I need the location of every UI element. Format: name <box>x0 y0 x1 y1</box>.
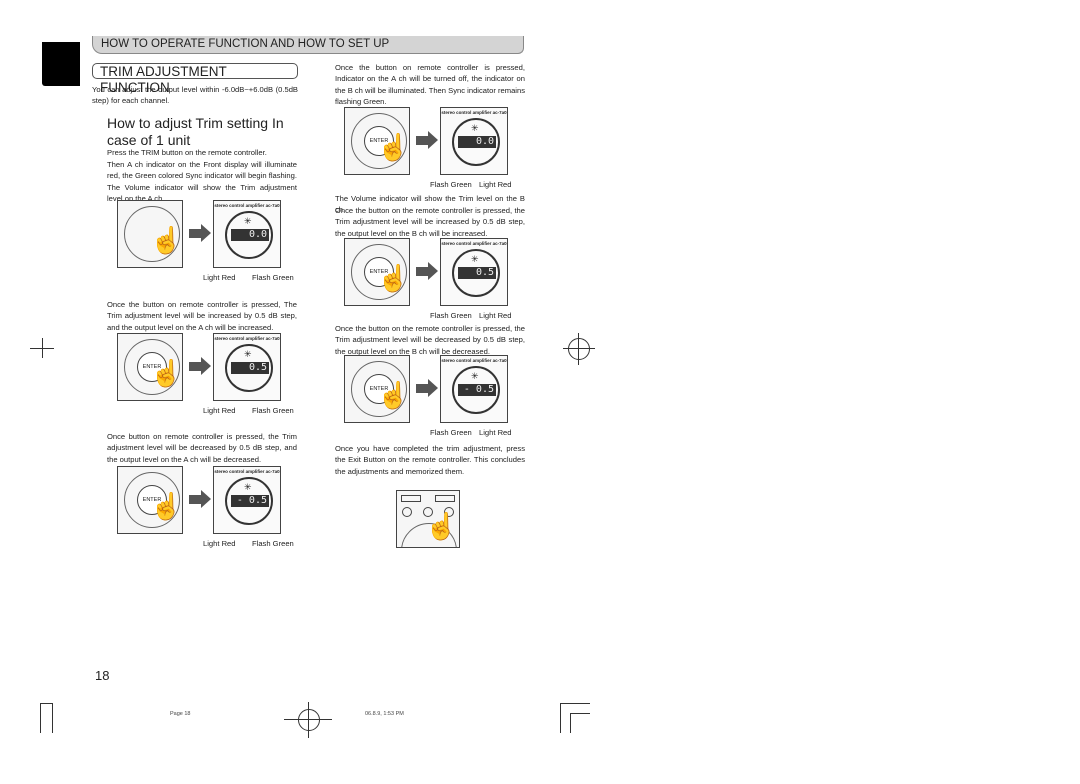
trim-level-readout: 0.0 <box>458 136 496 148</box>
trim-figure: ENTER ☝ stereo control amplifier ac-7a0 ✳ 0… <box>117 333 294 415</box>
indicator-label: Light Red <box>479 311 512 320</box>
remote-illustration: ☝ <box>117 200 183 268</box>
trim-figure: ENTER ☝ stereo control amplifier ac-7a0 ✳ 0… <box>344 238 514 320</box>
trim-figure: ENTER ☝ stereo control amplifier ac-7a0 ✳ -… <box>117 466 294 548</box>
chapter-tab <box>42 42 80 86</box>
indicator-label: Light Red <box>203 406 236 415</box>
front-display-illustration: stereo control amplifier ac-7a0 ✳ - 0.5 <box>440 355 508 423</box>
indicator-label: Light Red <box>479 428 512 437</box>
front-display-illustration: stereo control amplifier ac-7a0 ✳ 0.0 <box>440 107 508 175</box>
trim-level-readout: 0.5 <box>231 362 269 374</box>
front-display-illustration: stereo control amplifier ac-7a0 ✳ 0.5 <box>440 238 508 306</box>
front-display-illustration: stereo control amplifier ac-7a0 ✳ 0.0 <box>213 200 281 268</box>
remote-exit-illustration: ☝ <box>396 490 460 548</box>
sync-indicator-icon: ✳ <box>244 349 252 359</box>
hand-pointer-icon: ☝ <box>377 380 410 410</box>
display-title: stereo control amplifier ac-7a0 <box>441 241 507 246</box>
remote-illustration: ENTER ☝ <box>344 355 410 423</box>
display-title: stereo control amplifier ac-7a0 <box>214 469 280 474</box>
trim-level-readout: 0.5 <box>458 267 496 279</box>
hand-pointer-icon: ☝ <box>377 263 410 293</box>
trim-level-readout: - 0.5 <box>231 495 269 507</box>
manual-page: HOW TO OPERATE FUNCTION AND HOW TO SET U… <box>0 0 1080 784</box>
display-title: stereo control amplifier ac-7a0 <box>214 203 280 208</box>
left-paragraph-2: Then A ch indicator on the Front display… <box>107 160 297 203</box>
trim-level-readout: 0.0 <box>231 229 269 241</box>
footer-date: 06.8.9, 1:53 PM <box>365 711 404 717</box>
sync-indicator-icon: ✳ <box>471 254 479 264</box>
sync-indicator-icon: ✳ <box>471 123 479 133</box>
sync-indicator-icon: ✳ <box>244 216 252 226</box>
left-paragraph-3: Once the button on remote controller is … <box>107 300 297 332</box>
indicator-label: Flash Green <box>430 180 472 189</box>
sync-indicator-icon: ✳ <box>471 371 479 381</box>
chapter-header: HOW TO OPERATE FUNCTION AND HOW TO SET U… <box>92 36 524 54</box>
trim-figure: ☝ stereo control amplifier ac-7a0 ✳ 0.0 Li… <box>117 200 294 282</box>
indicator-label: Light Red <box>479 180 512 189</box>
left-paragraph-1: Press the TRIM button on the remote cont… <box>107 148 267 157</box>
indicator-label: Light Red <box>203 539 236 548</box>
display-title: stereo control amplifier ac-7a0 <box>441 358 507 363</box>
indicator-label: Flash Green <box>430 428 472 437</box>
hand-pointer-icon: ☝ <box>377 132 410 162</box>
subheading: How to adjust Trim setting In case of 1 … <box>107 115 284 148</box>
indicator-label: Flash Green <box>252 273 294 282</box>
right-paragraph-5: Once you have completed the trim adjustm… <box>335 444 525 476</box>
hand-pointer-icon: ☝ <box>150 491 183 521</box>
right-paragraph-4: Once the button on the remote controller… <box>335 324 525 356</box>
footer-page: Page 18 <box>170 711 191 717</box>
page-number: 18 <box>95 668 110 683</box>
front-display-illustration: stereo control amplifier ac-7a0 ✳ 0.5 <box>213 333 281 401</box>
indicator-label: Flash Green <box>252 406 294 415</box>
section-title: TRIM ADJUSTMENT FUNCTION <box>92 63 298 95</box>
right-paragraph-3: Once the button on the remote controller… <box>335 206 525 238</box>
trim-level-readout: - 0.5 <box>458 384 496 396</box>
hand-pointer-icon: ☝ <box>425 511 458 541</box>
remote-illustration: ENTER ☝ <box>117 466 183 534</box>
intro-text: You can adjust the output level within -… <box>92 85 298 106</box>
left-paragraph-4: Once button on remote controller is pres… <box>107 432 297 464</box>
trim-figure: ENTER ☝ stereo control amplifier ac-7a0 ✳ -… <box>344 355 514 437</box>
right-paragraph-1: Once the button on remote controller is … <box>335 63 525 106</box>
hand-pointer-icon: ☝ <box>150 225 183 255</box>
trim-figure: ENTER ☝ stereo control amplifier ac-7a0 ✳ 0… <box>344 107 514 189</box>
indicator-label: Light Red <box>203 273 236 282</box>
sync-indicator-icon: ✳ <box>244 482 252 492</box>
display-title: stereo control amplifier ac-7a0 <box>214 336 280 341</box>
remote-illustration: ENTER ☝ <box>344 238 410 306</box>
indicator-label: Flash Green <box>430 311 472 320</box>
remote-illustration: ENTER ☝ <box>117 333 183 401</box>
front-display-illustration: stereo control amplifier ac-7a0 ✳ - 0.5 <box>213 466 281 534</box>
hand-pointer-icon: ☝ <box>150 358 183 388</box>
remote-illustration: ENTER ☝ <box>344 107 410 175</box>
indicator-label: Flash Green <box>252 539 294 548</box>
display-title: stereo control amplifier ac-7a0 <box>441 110 507 115</box>
